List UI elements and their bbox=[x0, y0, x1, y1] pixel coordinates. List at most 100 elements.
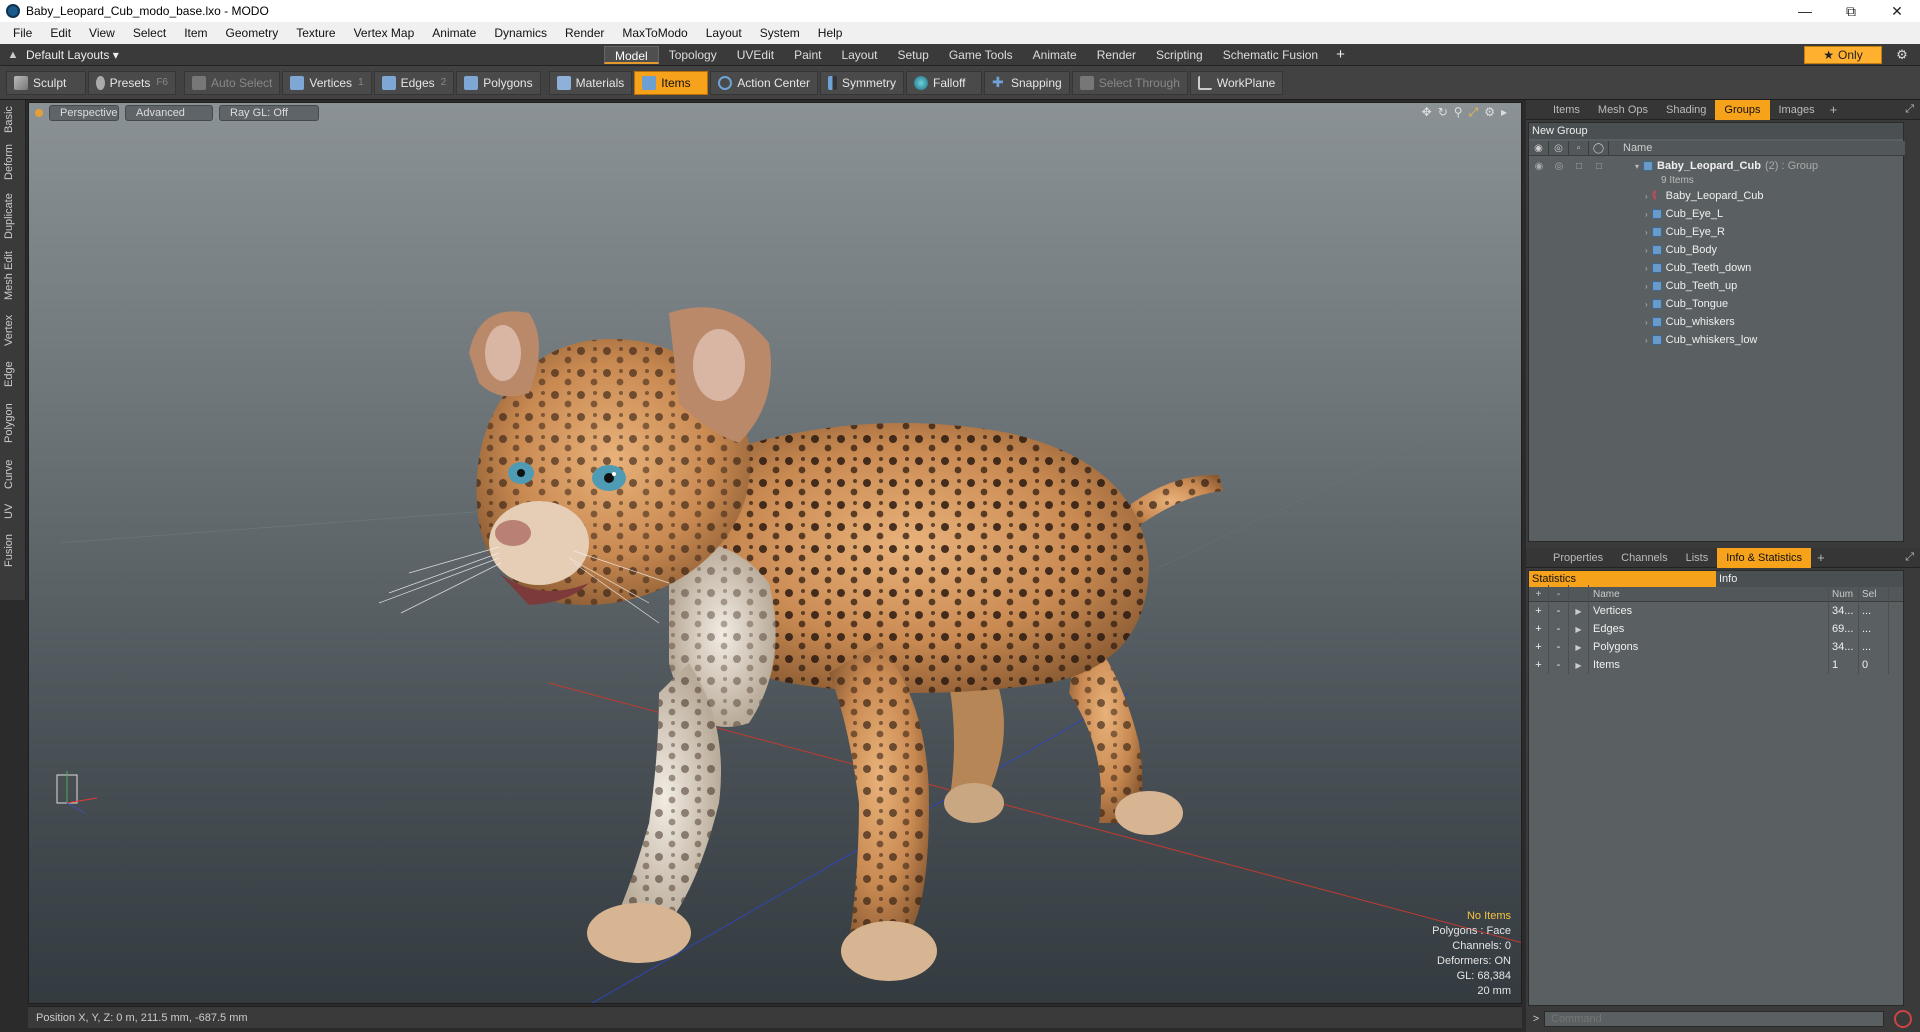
panel-expand-icon[interactable]: ⤢ bbox=[1905, 551, 1914, 564]
tab-lists[interactable]: Lists bbox=[1677, 548, 1718, 568]
vtab-fusion[interactable]: Fusion bbox=[3, 530, 23, 570]
vtab-edge[interactable]: Edge bbox=[3, 358, 23, 390]
zoom-icon[interactable]: ⚲ bbox=[1454, 105, 1463, 120]
table-row[interactable]: + - ▶ Edges 69... ... bbox=[1529, 620, 1903, 638]
vtab-mesh-edit[interactable]: Mesh Edit bbox=[3, 250, 23, 302]
maximize-button[interactable]: ⧉ bbox=[1828, 0, 1874, 22]
menu-texture[interactable]: Texture bbox=[287, 26, 344, 40]
menu-system[interactable]: System bbox=[751, 26, 809, 40]
vtab-duplicate[interactable]: Duplicate bbox=[3, 190, 23, 242]
tab-model[interactable]: Model bbox=[604, 46, 659, 64]
add-icon[interactable]: + bbox=[1529, 602, 1549, 620]
render-icon[interactable]: ◎ bbox=[1549, 157, 1569, 175]
tab-images[interactable]: Images bbox=[1770, 100, 1824, 120]
menu-dynamics[interactable]: Dynamics bbox=[485, 26, 556, 40]
list-item[interactable]: › Cub_Teeth_up bbox=[1529, 277, 1905, 295]
list-item[interactable]: › Cub_whiskers bbox=[1529, 313, 1905, 331]
expand-triangle-icon[interactable]: › bbox=[1645, 246, 1648, 255]
vtab-polygon[interactable]: Polygon bbox=[3, 398, 23, 448]
falloff-button[interactable]: Falloff bbox=[905, 70, 982, 95]
view-mode-dropdown[interactable]: Perspective bbox=[49, 105, 119, 121]
tab-mesh-ops[interactable]: Mesh Ops bbox=[1589, 100, 1657, 120]
new-group-button[interactable]: New Group bbox=[1529, 123, 1903, 139]
tab-game-tools[interactable]: Game Tools bbox=[939, 46, 1023, 64]
tab-groups[interactable]: Groups bbox=[1715, 99, 1770, 120]
add-icon[interactable]: + bbox=[1529, 620, 1549, 638]
list-item[interactable]: › Cub_Eye_R bbox=[1529, 223, 1905, 241]
vtab-vertex[interactable]: Vertex bbox=[3, 310, 23, 350]
menu-animate[interactable]: Animate bbox=[423, 26, 485, 40]
list-item[interactable]: › Cub_whiskers_low bbox=[1529, 331, 1905, 349]
vtab-uv[interactable]: UV bbox=[3, 500, 23, 522]
menu-maxtomodo[interactable]: MaxToModo bbox=[613, 26, 696, 40]
command-input[interactable] bbox=[1544, 1011, 1884, 1027]
table-row[interactable]: + - ▶ Vertices 34... ... bbox=[1529, 602, 1903, 620]
vtab-deform[interactable]: Deform bbox=[3, 142, 23, 182]
tab-info-statistics[interactable]: Info & Statistics bbox=[1717, 547, 1812, 568]
symmetry-button[interactable]: Symmetry bbox=[819, 70, 904, 95]
add-icon[interactable]: + bbox=[1529, 638, 1549, 656]
layout-arrow-icon[interactable]: ▲ bbox=[0, 49, 26, 61]
group-row[interactable]: ◉ ◎ □ □ ▾ Baby_Leopard_Cub (2) : Group bbox=[1529, 157, 1905, 175]
expand-triangle-icon[interactable]: › bbox=[1645, 228, 1648, 237]
vtab-basic[interactable]: Basic bbox=[3, 104, 23, 136]
render-col-icon[interactable]: ◎ bbox=[1549, 140, 1569, 156]
rotate-icon[interactable]: ↻ bbox=[1438, 105, 1448, 120]
eye-icon[interactable]: ◉ bbox=[1529, 157, 1549, 175]
remove-icon[interactable]: - bbox=[1549, 602, 1569, 620]
visibility-col-icon[interactable]: ◉ bbox=[1529, 140, 1549, 156]
pan-icon[interactable]: ✥ bbox=[1422, 105, 1432, 120]
viewport-expand-icon[interactable]: ▸ bbox=[1501, 105, 1507, 120]
menu-select[interactable]: Select bbox=[124, 26, 175, 40]
menu-item[interactable]: Item bbox=[175, 26, 216, 40]
workplane-button[interactable]: WorkPlane bbox=[1189, 70, 1284, 95]
tab-shading[interactable]: Shading bbox=[1657, 100, 1715, 120]
materials-button[interactable]: Materials bbox=[548, 70, 633, 95]
shading-dropdown[interactable]: Advanced bbox=[125, 105, 213, 121]
add-panel-tab-button[interactable]: + bbox=[1811, 550, 1831, 565]
tab-scripting[interactable]: Scripting bbox=[1146, 46, 1213, 64]
remove-icon[interactable]: - bbox=[1549, 638, 1569, 656]
expand-triangle-icon[interactable]: ▶ bbox=[1569, 602, 1589, 620]
minimize-button[interactable]: — bbox=[1782, 0, 1828, 22]
snapping-button[interactable]: ✚ Snapping bbox=[983, 70, 1070, 95]
menu-vertex-map[interactable]: Vertex Map bbox=[345, 26, 424, 40]
gear-icon[interactable]: ⚙ bbox=[1892, 46, 1912, 64]
auto-select-button[interactable]: Auto Select bbox=[184, 70, 281, 95]
edges-button[interactable]: Edges 2 bbox=[373, 70, 455, 95]
fit-icon[interactable]: ⤢ bbox=[1469, 105, 1479, 120]
tab-items[interactable]: Items bbox=[1544, 100, 1589, 120]
expand-triangle-icon[interactable]: › bbox=[1645, 336, 1648, 345]
only-button[interactable]: ★ Only bbox=[1804, 46, 1882, 64]
list-item[interactable]: › Cub_Tongue bbox=[1529, 295, 1905, 313]
menu-edit[interactable]: Edit bbox=[41, 26, 80, 40]
tab-animate[interactable]: Animate bbox=[1023, 46, 1087, 64]
layout-selector[interactable]: Default Layouts ▾ bbox=[26, 48, 136, 62]
presets-button[interactable]: Presets F6 bbox=[88, 70, 176, 95]
list-item[interactable]: › Cub_Body bbox=[1529, 241, 1905, 259]
expand-triangle-icon[interactable]: › bbox=[1645, 192, 1648, 201]
menu-geometry[interactable]: Geometry bbox=[217, 26, 288, 40]
select-icon[interactable]: □ bbox=[1589, 157, 1609, 175]
expand-triangle-icon[interactable]: › bbox=[1645, 318, 1648, 327]
vtab-curve[interactable]: Curve bbox=[3, 456, 23, 492]
action-center-button[interactable]: Action Center bbox=[710, 70, 818, 95]
tab-properties[interactable]: Properties bbox=[1544, 548, 1612, 568]
tab-layout[interactable]: Layout bbox=[831, 46, 887, 64]
close-button[interactable]: ✕ bbox=[1874, 0, 1920, 22]
collapse-triangle-icon[interactable]: ▾ bbox=[1635, 162, 1639, 171]
remove-icon[interactable]: - bbox=[1549, 656, 1569, 674]
select-col-icon[interactable]: ◯ bbox=[1589, 140, 1609, 156]
expand-triangle-icon[interactable]: › bbox=[1645, 282, 1648, 291]
menu-render[interactable]: Render bbox=[556, 26, 613, 40]
vertices-button[interactable]: Vertices 1 bbox=[282, 70, 372, 95]
expand-triangle-icon[interactable]: › bbox=[1645, 300, 1648, 309]
expand-triangle-icon[interactable]: › bbox=[1645, 264, 1648, 273]
menu-help[interactable]: Help bbox=[809, 26, 852, 40]
viewport-settings-icon[interactable]: ⚙ bbox=[1484, 105, 1495, 120]
list-item[interactable]: › Cub_Teeth_down bbox=[1529, 259, 1905, 277]
tab-paint[interactable]: Paint bbox=[784, 46, 831, 64]
polygons-button[interactable]: Polygons bbox=[456, 70, 541, 95]
tab-render[interactable]: Render bbox=[1087, 46, 1146, 64]
lock-col-icon[interactable]: ▫ bbox=[1569, 140, 1589, 156]
